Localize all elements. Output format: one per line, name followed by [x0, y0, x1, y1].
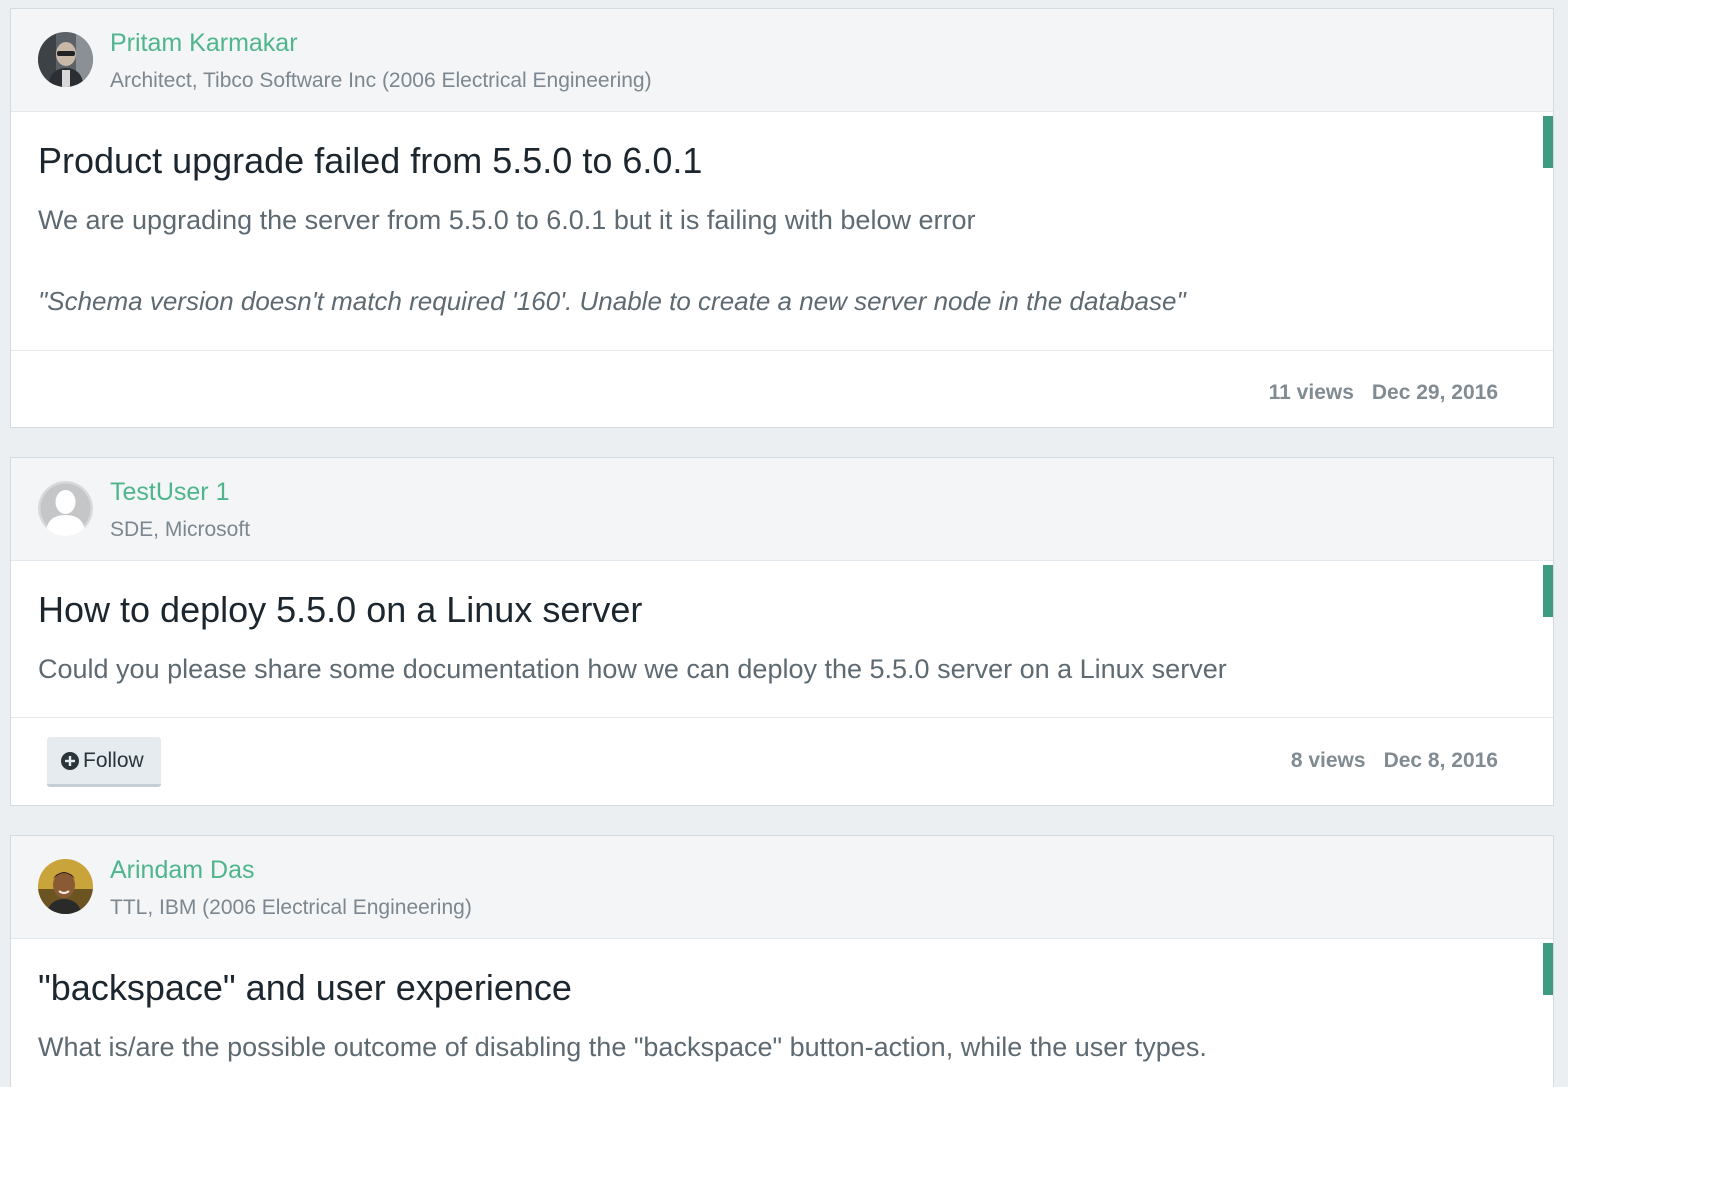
author-header: Arindam Das TTL, IBM (2006 Electrical En… [11, 836, 1553, 939]
question-body: Could you please share some documentatio… [38, 654, 1227, 684]
author-name-link[interactable]: TestUser 1 [110, 478, 229, 507]
author-avatar[interactable] [38, 32, 93, 87]
follow-button-label: Follow [83, 748, 144, 772]
question-card: TestUser 1 SDE, Microsoft How to deploy … [10, 457, 1554, 806]
card-footer-divider [11, 350, 1553, 351]
post-date: Dec 29, 2016 [1371, 381, 1498, 404]
author-title: SDE, Microsoft [110, 518, 251, 541]
question-title[interactable]: Product upgrade failed from 5.5.0 to 6.0… [38, 140, 702, 182]
user-photo-avatar-icon [38, 32, 93, 87]
follow-button[interactable]: Follow [47, 737, 161, 787]
views-count: 11 views [1268, 381, 1354, 404]
author-title: TTL, IBM (2006 Electrical Engineering) [110, 896, 472, 919]
question-card: Pritam Karmakar Architect, Tibco Softwar… [10, 8, 1554, 428]
question-feed: Pritam Karmakar Architect, Tibco Softwar… [0, 0, 1568, 1087]
status-accent-bar [1543, 943, 1553, 995]
views-count: 8 views [1290, 749, 1366, 772]
status-accent-bar [1543, 565, 1553, 617]
question-body: What is/are the possible outcome of disa… [38, 1032, 1207, 1062]
author-name-link[interactable]: Arindam Das [110, 856, 255, 885]
question-quote: "Schema version doesn't match required '… [38, 286, 1186, 316]
post-meta: 8 views Dec 8, 2016 [1291, 749, 1498, 773]
author-header: TestUser 1 SDE, Microsoft [11, 458, 1553, 561]
post-meta: 11 views Dec 29, 2016 [1269, 381, 1498, 405]
status-accent-bar [1543, 116, 1553, 168]
question-title[interactable]: How to deploy 5.5.0 on a Linux server [38, 589, 642, 631]
post-date: Dec 8, 2016 [1383, 749, 1498, 772]
card-footer-divider [11, 717, 1553, 718]
question-title[interactable]: "backspace" and user experience [38, 967, 572, 1009]
author-name-link[interactable]: Pritam Karmakar [110, 29, 298, 58]
default-user-avatar-icon [38, 481, 93, 536]
user-photo-avatar-icon [38, 859, 93, 914]
author-header: Pritam Karmakar Architect, Tibco Softwar… [11, 9, 1553, 112]
author-avatar[interactable] [38, 859, 93, 914]
author-avatar[interactable] [38, 481, 93, 536]
question-body: We are upgrading the server from 5.5.0 t… [38, 205, 976, 235]
question-card: Arindam Das TTL, IBM (2006 Electrical En… [10, 835, 1554, 1087]
author-title: Architect, Tibco Software Inc (2006 Elec… [110, 69, 652, 92]
plus-circle-icon [61, 751, 79, 770]
